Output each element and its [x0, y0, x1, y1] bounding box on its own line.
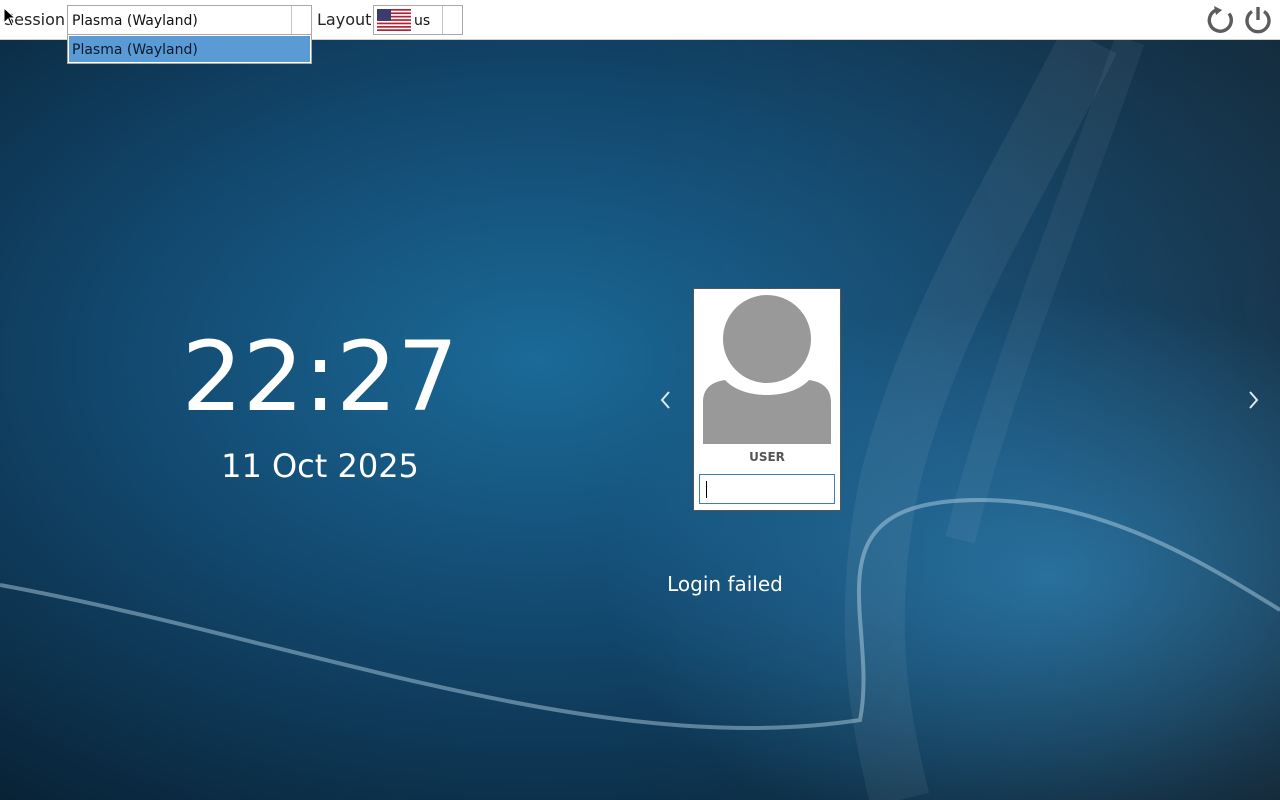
layout-combobox-value: us	[414, 13, 431, 29]
reboot-icon[interactable]	[1205, 4, 1237, 36]
layout-label: Layout	[317, 10, 372, 29]
session-dropdown-list: Plasma (Wayland)	[67, 34, 312, 64]
session-combobox-button[interactable]	[291, 6, 311, 34]
power-icon[interactable]	[1242, 4, 1274, 36]
login-status-message: Login failed	[667, 572, 783, 596]
user-name: USER	[749, 450, 785, 464]
clock-time: 22:27	[181, 321, 459, 433]
layout-combobox-button[interactable]	[442, 6, 462, 34]
clock-date: 11 Oct 2025	[221, 447, 419, 485]
layout-combobox[interactable]: us	[373, 5, 463, 35]
user-avatar-icon	[703, 295, 831, 444]
user-card[interactable]: USER	[693, 288, 841, 511]
session-combobox[interactable]: Plasma (Wayland)	[67, 5, 312, 35]
session-option-plasma-wayland[interactable]: Plasma (Wayland)	[69, 36, 310, 62]
text-caret	[706, 481, 707, 498]
password-input[interactable]	[699, 474, 835, 504]
chevron-left-icon[interactable]	[657, 388, 675, 412]
us-flag-icon	[377, 9, 411, 31]
session-combobox-value: Plasma (Wayland)	[72, 13, 198, 29]
session-option-label: Plasma (Wayland)	[72, 42, 198, 58]
mouse-cursor-icon	[3, 7, 17, 27]
chevron-right-icon[interactable]	[1244, 388, 1262, 412]
